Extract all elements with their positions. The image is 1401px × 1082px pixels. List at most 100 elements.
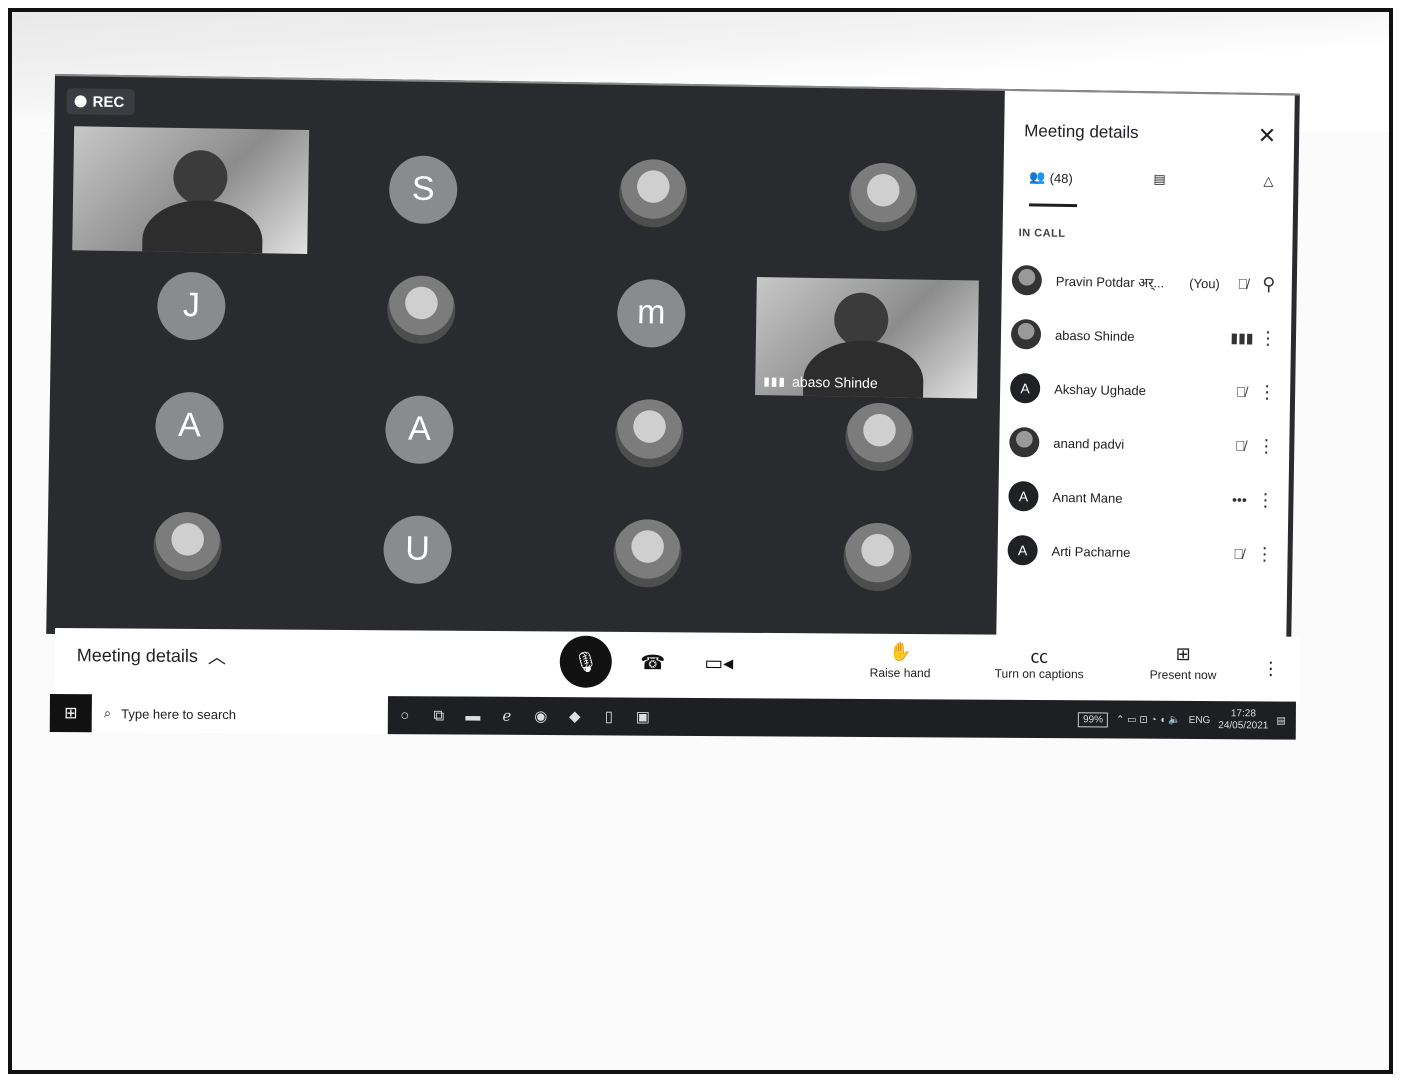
participant-list: Pravin Potdar अर्... (You) 🎙̸ ⚲ abaso Shinde…	[1007, 253, 1282, 581]
participant-tile[interactable]	[532, 489, 764, 618]
participant-name: Anant Mane	[1052, 489, 1123, 506]
edge-icon[interactable]: ℯ	[490, 707, 524, 725]
language-indicator[interactable]: ENG	[1189, 714, 1211, 725]
meeting-details-label: Meeting details	[76, 644, 198, 666]
chevron-up-icon: ︿	[207, 647, 226, 668]
participant-tile[interactable]: A	[74, 361, 306, 490]
participant-row[interactable]: anand padvi 🎙̸ ⋮	[1009, 415, 1280, 473]
hand-icon: ✋	[888, 641, 912, 662]
raise-hand-label: Raise hand	[869, 665, 931, 681]
participant-tile[interactable]: m	[535, 249, 767, 378]
participant-tile[interactable]: S	[307, 125, 539, 254]
participant-row[interactable]: abaso Shinde ▮▮▮ ⋮	[1010, 307, 1282, 365]
chrome-icon[interactable]: ◉	[524, 707, 558, 725]
participant-tile[interactable]	[537, 129, 769, 258]
participant-tile[interactable]	[767, 132, 999, 261]
taskbar-apps: ○ ⧉ ▬ ℯ ◉ ◆ ▯ ▣ 99% ⌃ ▭ ⊡ ◔ ◖ 🔈 ENG 17:2…	[387, 696, 1296, 740]
participant-tile[interactable]	[763, 372, 995, 501]
participant-tile[interactable]	[305, 245, 537, 374]
participant-avatar: A	[1008, 481, 1039, 512]
participant-initial-avatar: J	[156, 271, 226, 341]
panel-tabs: 👥 (48) ▤ △	[1023, 169, 1284, 213]
mic-off-icon: 🎙̸	[1234, 437, 1246, 454]
participant-tile[interactable]: U	[302, 485, 534, 614]
participant-tile[interactable]: J	[75, 241, 307, 370]
in-call-label: IN CALL	[1018, 227, 1066, 240]
participant-row[interactable]: Pravin Potdar अर्... (You) 🎙̸ ⚲	[1011, 253, 1282, 311]
search-icon: ⌕	[103, 705, 112, 721]
leave-call-button[interactable]: ☎	[627, 636, 679, 688]
mic-toggle-button[interactable]: 🎙	[559, 635, 612, 688]
rec-label: REC	[92, 93, 125, 111]
participant-tile[interactable]: A	[303, 365, 535, 494]
participant-row[interactable]: A Arti Pacharne 🎙̸ ⋮	[1007, 523, 1278, 581]
present-icon: ⊞	[1175, 643, 1191, 664]
clock-date: 24/05/2021	[1218, 720, 1269, 732]
participant-name: Pravin Potdar अर्...	[1055, 273, 1165, 291]
more-options-icon[interactable]: ⋮	[1254, 381, 1280, 402]
participant-name: Arti Pacharne	[1051, 543, 1131, 560]
tab-activities[interactable]: △	[1263, 173, 1273, 189]
participant-avatar	[1011, 265, 1043, 296]
participant-tile[interactable]	[762, 492, 994, 621]
meeting-stage: REC ▮▮▮ abaso Shinde SJmAAU Meeting deta…	[46, 74, 1300, 654]
more-options-icon[interactable]: ⋮	[1252, 489, 1278, 510]
more-options-icon[interactable]: ⋮	[1253, 435, 1279, 456]
participant-row[interactable]: A Anant Mane ••• ⋮	[1008, 469, 1279, 527]
participant-avatar: A	[1007, 535, 1038, 566]
you-label: (You)	[1189, 275, 1220, 291]
search-placeholder: Type here to search	[121, 705, 237, 722]
more-options-icon[interactable]: ⋮	[1251, 543, 1277, 564]
speaking-indicator-icon: ▮▮▮	[1230, 328, 1254, 346]
participant-photo-avatar	[613, 518, 683, 588]
mic-off-icon: 🎙̸	[1233, 545, 1244, 562]
participant-initial-avatar: S	[388, 154, 458, 224]
people-count: (48)	[1049, 170, 1073, 186]
participant-initial-avatar: A	[384, 394, 454, 464]
taskbar-search[interactable]: ⌕ Type here to search	[91, 694, 388, 735]
app-icon[interactable]: ◆	[558, 707, 592, 725]
captions-icon: ㏄	[1030, 646, 1049, 667]
windows-taskbar: ⊞ ⌕ Type here to search ○ ⧉ ▬ ℯ ◉ ◆ ▯ ▣ …	[49, 692, 1296, 742]
chat-icon: ▤	[1153, 171, 1166, 187]
participant-grid: REC ▮▮▮ abaso Shinde SJmAAU	[46, 76, 1004, 631]
participant-tile[interactable]	[72, 481, 304, 610]
active-tab-underline	[1029, 203, 1078, 208]
mic-off-icon: 🎙̸	[1235, 383, 1247, 400]
start-button[interactable]: ⊞	[49, 693, 92, 733]
recording-badge: REC	[66, 88, 135, 116]
participant-row[interactable]: A Akshay Ughade 🎙̸ ⋮	[1009, 361, 1281, 419]
captions-button[interactable]: ㏄ Turn on captions	[995, 643, 1084, 681]
participant-photo-avatar	[153, 511, 223, 581]
clock[interactable]: 17:28 24/05/2021	[1218, 708, 1268, 732]
task-view-icon[interactable]: ⧉	[422, 707, 456, 724]
participant-avatar	[1010, 319, 1042, 350]
notifications-icon[interactable]: ▤	[1276, 715, 1286, 726]
file-explorer-icon[interactable]: ▬	[456, 707, 490, 724]
system-tray: 99% ⌃ ▭ ⊡ ◔ ◖ 🔈 ENG 17:28 24/05/2021 ▤	[1077, 700, 1286, 739]
more-options-icon[interactable]: ⋮	[1255, 327, 1281, 348]
presenter-video-tile[interactable]	[72, 126, 310, 254]
tab-people[interactable]: 👥 (48)	[1029, 169, 1073, 186]
present-now-button[interactable]: ⊞ Present now	[1150, 644, 1217, 682]
connecting-icon: •••	[1231, 491, 1247, 508]
participant-tile[interactable]	[533, 369, 765, 498]
tray-icons[interactable]: ⌃ ▭ ⊡ ◔ ◖ 🔈	[1116, 714, 1181, 725]
raise-hand-button[interactable]: ✋ Raise hand	[870, 642, 931, 680]
meeting-details-panel: Meeting details ✕ 👥 (48) ▤ △ IN CALL Pra…	[996, 90, 1295, 644]
meeting-details-toggle[interactable]: Meeting details ︿	[77, 642, 226, 669]
camera-toggle-button[interactable]: ▭◂	[693, 636, 745, 688]
pin-icon[interactable]: ⚲	[1256, 273, 1282, 294]
photoshop-icon[interactable]: ▣	[626, 708, 660, 726]
participant-name: anand padvi	[1053, 435, 1125, 452]
cortana-icon[interactable]: ○	[388, 707, 422, 724]
tab-chat[interactable]: ▤	[1153, 171, 1166, 187]
more-options-icon[interactable]: ⋮	[1262, 658, 1280, 679]
participant-avatar	[1009, 427, 1040, 458]
battery-indicator[interactable]: 99%	[1077, 711, 1109, 727]
app-icon-2[interactable]: ▯	[592, 707, 626, 725]
participant-photo-avatar	[614, 398, 684, 468]
participant-initial-avatar: m	[616, 278, 686, 348]
people-icon: 👥	[1029, 169, 1046, 185]
close-icon[interactable]: ✕	[1258, 123, 1277, 149]
